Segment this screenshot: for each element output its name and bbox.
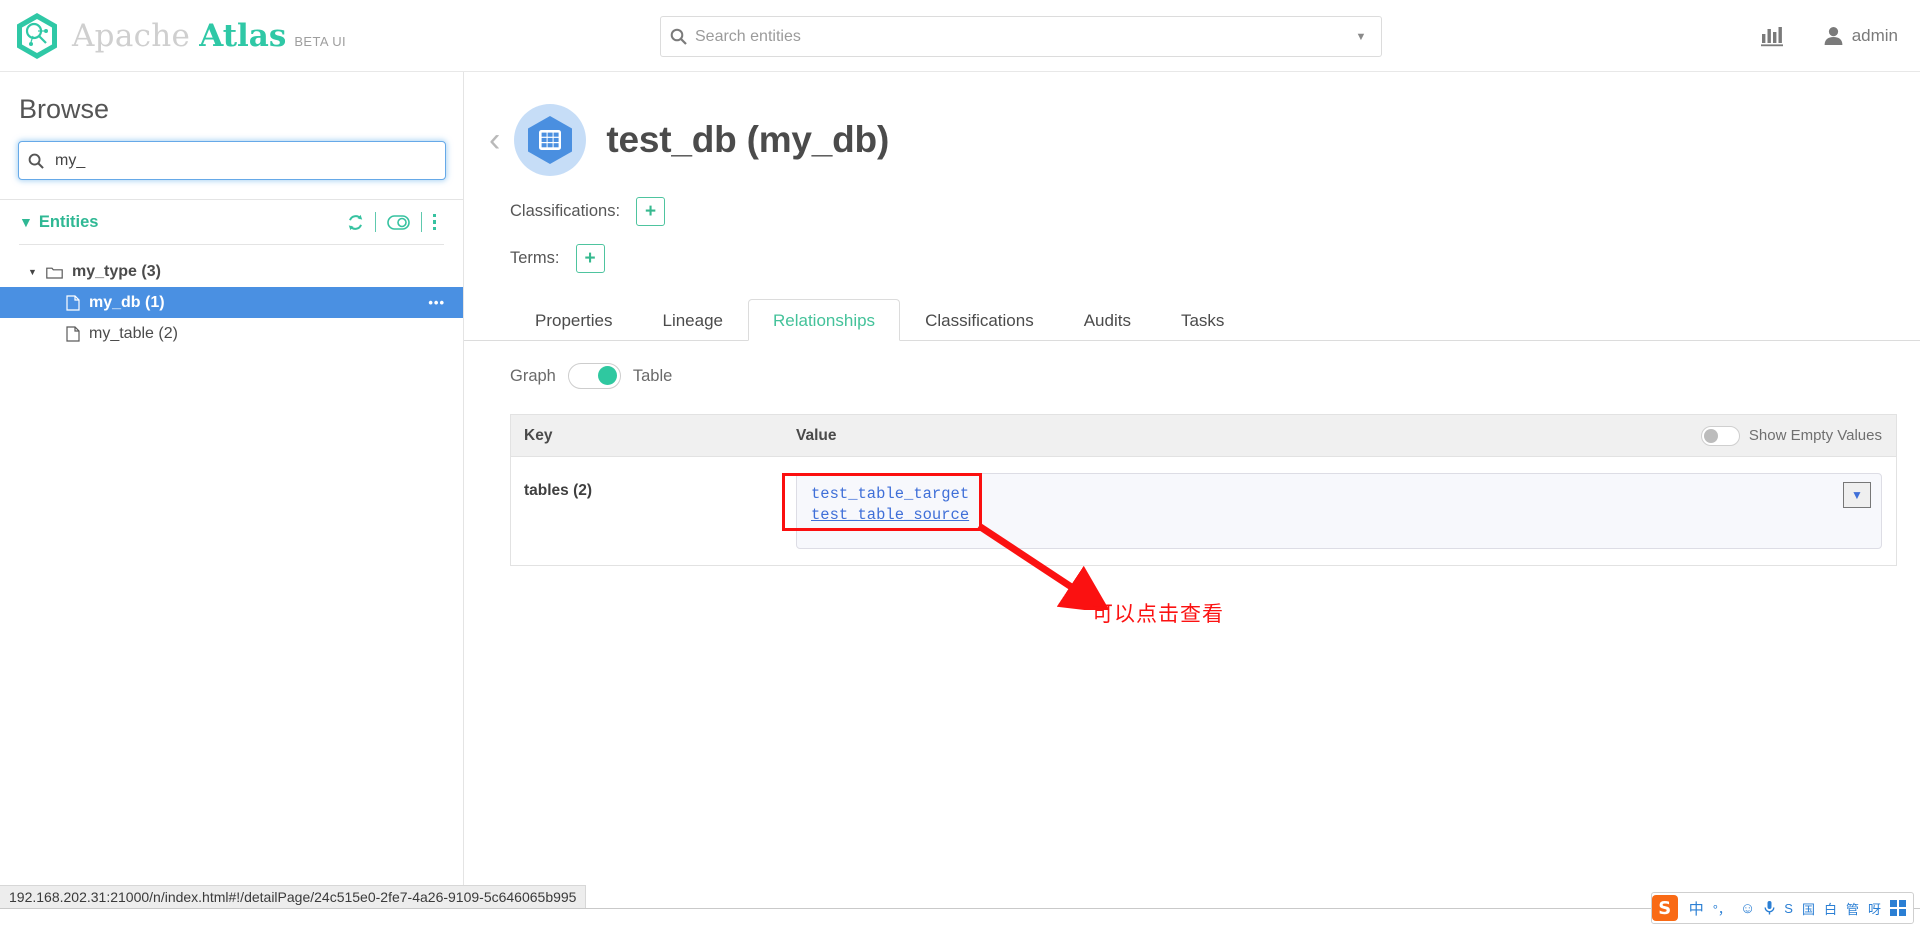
tree-item-my-table[interactable]: my_table (2) <box>0 318 463 349</box>
ime-toolbar[interactable]: S 中 °， ☺ S 国 白 管 呀 <box>1651 892 1914 924</box>
relationships-table-header: Key Value Show Empty Values <box>511 415 1896 457</box>
link-test-table-source[interactable]: test_table_source <box>811 505 1867 526</box>
page-title: test_db (my_db) <box>606 119 889 161</box>
ime-emoji-icon[interactable]: ☺ <box>1740 900 1755 917</box>
tab-audits[interactable]: Audits <box>1059 299 1156 341</box>
ime-item-guan[interactable]: 管 <box>1846 899 1859 918</box>
ime-item-guo[interactable]: 国 <box>1802 899 1815 918</box>
ime-language-mode[interactable]: 中 <box>1689 898 1704 919</box>
brand-apache-text: Apache <box>72 18 190 54</box>
graph-table-toggle-row: Graph Table <box>464 363 1920 389</box>
entities-toolbar <box>336 212 448 232</box>
ime-item-s[interactable]: S <box>1784 901 1793 916</box>
user-menu-button[interactable]: admin <box>1824 26 1898 46</box>
header-right-actions: admin <box>1760 0 1898 72</box>
ime-item-bai[interactable]: 白 <box>1824 899 1837 918</box>
add-term-button[interactable]: + <box>576 244 605 273</box>
database-table-icon <box>522 112 578 168</box>
graph-view-label: Graph <box>510 367 556 386</box>
tree-item-my-db[interactable]: my_db (1) ••• <box>0 287 463 318</box>
tree-item-actions-icon[interactable]: ••• <box>428 296 445 309</box>
top-header-bar: Apache Atlas BETA UI ▼ <box>0 0 1920 72</box>
user-name-label: admin <box>1852 26 1898 46</box>
global-search-box[interactable]: ▼ <box>660 16 1382 57</box>
brand-logo-group[interactable]: Apache Atlas BETA UI <box>0 11 346 61</box>
graph-table-switch[interactable] <box>568 363 621 389</box>
column-header-key: Key <box>511 427 796 445</box>
tree-item-label: my_type (3) <box>72 263 161 281</box>
show-empty-values-control[interactable]: Show Empty Values <box>1701 426 1896 446</box>
atlas-logo-icon <box>14 11 60 61</box>
chevron-down-icon[interactable]: ▼ <box>19 215 33 229</box>
refresh-icon[interactable] <box>336 214 375 231</box>
brand-atlas-text: Atlas <box>199 18 286 54</box>
tab-relationships[interactable]: Relationships <box>748 299 900 341</box>
tab-tasks[interactable]: Tasks <box>1156 299 1249 341</box>
relationships-table: Key Value Show Empty Values tables (2) t… <box>510 414 1897 566</box>
statistics-icon <box>1760 25 1784 47</box>
show-empty-values-label: Show Empty Values <box>1749 427 1882 444</box>
user-icon <box>1824 26 1843 46</box>
detail-header: ‹ test_db (my_db) <box>464 72 1920 176</box>
file-icon <box>66 326 80 342</box>
file-icon <box>66 295 80 311</box>
search-icon <box>19 153 53 169</box>
tree-item-my-type[interactable]: ▼ my_type (3) <box>0 256 463 287</box>
toggle-icon[interactable] <box>376 215 421 230</box>
browse-sidebar: Browse ▼ Entities <box>0 72 464 895</box>
switch-knob <box>1704 429 1718 443</box>
terms-label: Terms: <box>510 249 560 268</box>
search-icon <box>661 28 695 45</box>
statistics-button[interactable] <box>1760 25 1784 47</box>
entities-label: Entities <box>39 213 336 232</box>
value-panel: test_table_target test_table_source ▼ <box>796 473 1882 549</box>
entity-avatar <box>514 104 586 176</box>
detail-tabs: Properties Lineage Relationships Classif… <box>464 299 1920 341</box>
folder-icon <box>46 265 63 279</box>
tab-lineage[interactable]: Lineage <box>637 299 748 341</box>
tree-item-label: my_db (1) <box>89 294 165 312</box>
global-search-input[interactable] <box>695 28 1341 46</box>
column-header-value: Value <box>796 427 1701 445</box>
ime-item-ya[interactable]: 呀 <box>1868 899 1881 918</box>
table-row: tables (2) test_table_target test_table_… <box>511 457 1896 565</box>
entity-tree: ▼ my_type (3) my_db (1) ••• my_table (2) <box>0 245 463 349</box>
status-url: 192.168.202.31:21000/n/index.html#!/deta… <box>9 889 576 905</box>
table-view-label: Table <box>633 367 672 386</box>
link-test-table-target[interactable]: test_table_target <box>811 484 1867 505</box>
classifications-label: Classifications: <box>510 202 620 221</box>
brand-beta-label: BETA UI <box>294 34 346 49</box>
chevron-left-icon[interactable]: ‹ <box>489 123 500 157</box>
switch-knob <box>598 366 617 385</box>
show-empty-values-toggle[interactable] <box>1701 426 1740 446</box>
tab-classifications[interactable]: Classifications <box>900 299 1059 341</box>
row-key-tables: tables (2) <box>511 473 796 549</box>
ime-voice-icon[interactable] <box>1764 900 1775 916</box>
row-value-cell: test_table_target test_table_source ▼ <box>796 473 1896 549</box>
sidebar-search-input[interactable] <box>53 151 445 171</box>
sidebar-search-box[interactable] <box>18 141 446 180</box>
sidebar-title: Browse <box>0 72 463 125</box>
entities-section-header[interactable]: ▼ Entities <box>0 200 463 244</box>
more-vertical-icon[interactable] <box>422 214 448 231</box>
chevron-down-icon[interactable]: ▼ <box>28 267 46 277</box>
detail-panel: ‹ test_db (my_db) Classi <box>464 72 1920 895</box>
tab-properties[interactable]: Properties <box>510 299 637 341</box>
expand-value-button[interactable]: ▼ <box>1843 482 1871 508</box>
terms-row: Terms: + <box>464 244 1920 273</box>
add-classification-button[interactable]: + <box>636 197 665 226</box>
caret-down-icon[interactable]: ▼ <box>1341 31 1381 43</box>
tree-item-label: my_table (2) <box>89 325 178 343</box>
ime-punctuation-mode[interactable]: °， <box>1713 899 1731 918</box>
sogou-logo-icon[interactable]: S <box>1652 895 1678 921</box>
browser-status-bar: 192.168.202.31:21000/n/index.html#!/deta… <box>0 885 586 908</box>
ime-toolbox-icon[interactable] <box>1890 900 1906 916</box>
classifications-row: Classifications: + <box>464 197 1920 226</box>
taskbar <box>0 908 1920 925</box>
